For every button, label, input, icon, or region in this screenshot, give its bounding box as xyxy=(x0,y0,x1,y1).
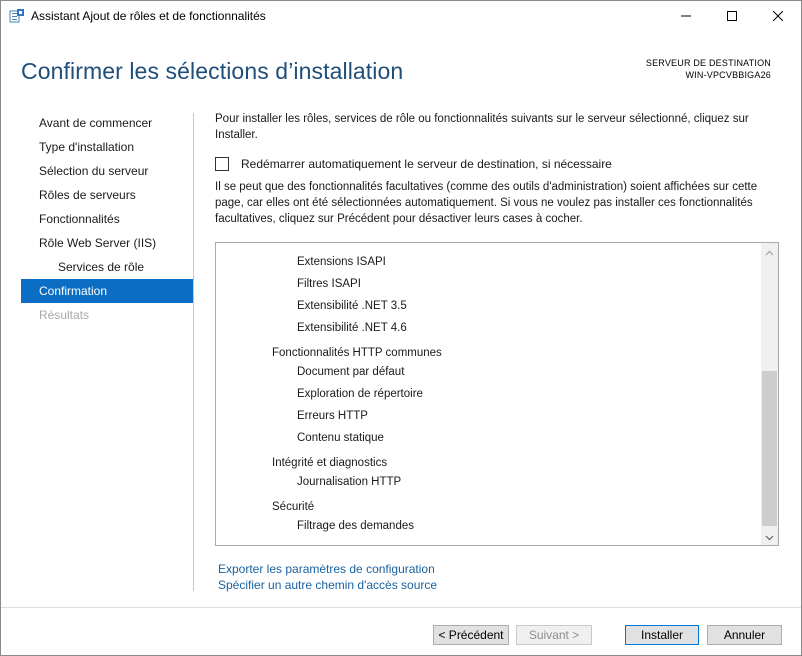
nav-item-confirmation[interactable]: Confirmation xyxy=(21,279,193,303)
scroll-up-button[interactable] xyxy=(761,243,778,260)
list-item: Filtres ISAPI xyxy=(297,278,361,290)
nav-item-server-selection[interactable]: Sélection du serveur xyxy=(21,159,193,183)
footer-divider xyxy=(1,607,801,608)
wizard-window: Assistant Ajout de rôles et de fonctionn… xyxy=(0,0,802,656)
list-item: Filtrage des demandes xyxy=(297,520,414,532)
nav-item-installation-type[interactable]: Type d'installation xyxy=(21,135,193,159)
minimize-icon xyxy=(681,11,691,21)
cancel-button[interactable]: Annuler xyxy=(707,625,782,645)
close-icon xyxy=(773,11,783,21)
list-scrollbar[interactable] xyxy=(761,243,778,545)
list-item: Exploration de répertoire xyxy=(297,388,423,400)
list-item: Sécurité xyxy=(272,501,315,513)
nav-item-server-roles[interactable]: Rôles de serveurs xyxy=(21,183,193,207)
list-item: Extensibilité .NET 4.6 xyxy=(297,322,407,334)
restart-checkbox[interactable] xyxy=(215,157,229,171)
nav-item-results: Résultats xyxy=(39,308,90,322)
server-manager-icon xyxy=(9,8,25,24)
wizard-nav: Avant de commencer Type d'installation S… xyxy=(21,111,193,327)
maximize-button[interactable] xyxy=(709,1,755,31)
restart-option[interactable]: Redémarrer automatiquement le serveur de… xyxy=(215,156,612,172)
optional-features-note: Il se peut que des fonctionnalités facul… xyxy=(215,181,758,225)
title-bar[interactable]: Assistant Ajout de rôles et de fonctionn… xyxy=(1,1,801,31)
nav-item-features[interactable]: Fonctionnalités xyxy=(21,207,193,231)
nav-item-web-server-role[interactable]: Rôle Web Server (IIS) xyxy=(21,231,193,255)
window-title: Assistant Ajout de rôles et de fonctionn… xyxy=(31,9,266,23)
destination-server-label: SERVEUR DE DESTINATION xyxy=(645,58,771,68)
list-item: Fonctionnalités HTTP communes xyxy=(272,347,442,359)
scroll-down-button[interactable] xyxy=(761,528,778,545)
install-button[interactable]: Installer xyxy=(625,625,699,645)
list-item: Intégrité et diagnostics xyxy=(272,457,388,469)
list-item: Document par défaut xyxy=(297,366,405,378)
list-item: Extensibilité .NET 3.5 xyxy=(297,300,407,312)
list-item: Journalisation HTTP xyxy=(297,476,402,488)
previous-button[interactable]: < Précédent xyxy=(433,625,509,645)
chevron-up-icon xyxy=(765,243,774,261)
wizard-header: Confirmer les sélections d’installation … xyxy=(1,31,801,106)
list-item: Contenu statique xyxy=(297,432,384,444)
destination-server-name: WIN-VPCVBBIGA26 xyxy=(685,70,771,80)
restart-checkbox-label[interactable]: Redémarrer automatiquement le serveur de… xyxy=(241,157,612,171)
nav-divider xyxy=(193,113,194,591)
chevron-down-icon xyxy=(765,528,774,546)
minimize-button[interactable] xyxy=(663,1,709,31)
list-item: Extensions ISAPI xyxy=(297,256,386,268)
selection-list[interactable]: Extensions ISAPI Filtres ISAPI Extensibi… xyxy=(215,242,779,546)
export-settings-link[interactable]: Exporter les paramètres de configuration xyxy=(218,562,435,576)
list-item: Erreurs HTTP xyxy=(297,410,368,422)
maximize-icon xyxy=(727,11,737,21)
intro-text: Pour installer les rôles, services de rô… xyxy=(215,113,749,141)
nav-item-role-services[interactable]: Services de rôle xyxy=(21,255,193,279)
alternate-source-link[interactable]: Spécifier un autre chemin d'accès source xyxy=(218,578,437,592)
next-button[interactable]: Suivant > xyxy=(516,625,592,645)
close-button[interactable] xyxy=(755,1,801,31)
scroll-thumb[interactable] xyxy=(762,371,777,526)
page-title: Confirmer les sélections d’installation xyxy=(21,58,404,84)
nav-item-before-you-begin[interactable]: Avant de commencer xyxy=(21,111,193,135)
